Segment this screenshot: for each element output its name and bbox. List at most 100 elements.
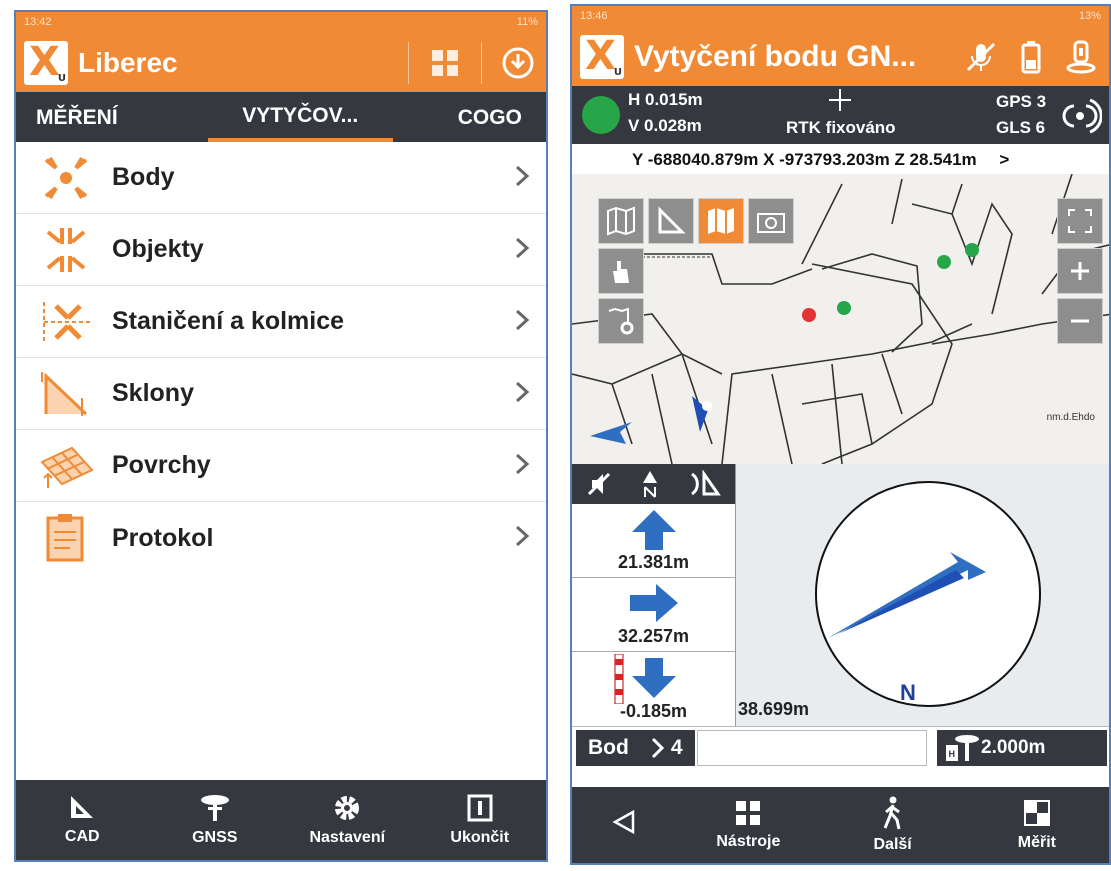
point-label[interactable]: Bod 4	[576, 729, 695, 766]
satellite-icon	[1062, 98, 1102, 134]
menu-item-label: Povrchy	[112, 451, 211, 479]
crosshair-icon	[829, 89, 851, 111]
levelling-rod-icon	[614, 654, 624, 704]
north-arrow-icon[interactable]	[639, 469, 661, 499]
gnss-receiver-icon	[200, 795, 229, 821]
chevron-right-icon	[651, 737, 664, 758]
zoom-out-button[interactable]	[1057, 298, 1103, 344]
antenna-height-value: 2.000m	[981, 736, 1046, 758]
cad-label: CAD	[64, 828, 100, 845]
compass-icon	[815, 481, 1041, 707]
fix-status-text: RTK fixováno	[786, 118, 896, 137]
cad-map-button[interactable]	[648, 198, 694, 244]
menu-item-staniceni[interactable]: Staničení a kolmice	[16, 286, 546, 358]
orientation-mode-icon[interactable]	[688, 470, 722, 498]
forward-value: 21.381m	[617, 552, 690, 572]
menu-item-povrchy[interactable]: Povrchy	[16, 430, 546, 502]
navigation-toolbar	[572, 464, 735, 504]
battery-icon[interactable]	[1011, 37, 1051, 77]
back-button[interactable]	[584, 808, 664, 842]
report-icon	[46, 514, 84, 562]
divider	[408, 42, 409, 84]
background-map-button[interactable]	[698, 198, 744, 244]
menu-item-label: Objekty	[112, 235, 204, 263]
app-logo[interactable]	[580, 33, 624, 79]
menu-item-protokol[interactable]: Protokol	[16, 502, 546, 574]
menu-item-objekty[interactable]: Objekty	[16, 214, 546, 286]
app-logo[interactable]	[24, 39, 68, 85]
measure-button[interactable]: Měřit	[977, 798, 1097, 852]
antenna-h-label: H	[948, 748, 956, 759]
exit-button[interactable]: Ukončit	[420, 793, 540, 847]
compass-north-label: N	[900, 680, 916, 705]
surfaces-icon	[40, 446, 94, 488]
point-label-text: Bod	[588, 735, 629, 759]
height-delta: -0.185m	[572, 652, 735, 726]
gnss-button[interactable]: GNSS	[155, 793, 275, 847]
navigation-panel: 21.381m 32.257m -0.185m 38.699m N	[572, 464, 1109, 726]
triangle-ruler-icon	[71, 796, 94, 818]
map-settings-button[interactable]	[598, 298, 644, 344]
menu-item-label: Protokol	[112, 523, 214, 552]
zoom-extent-button[interactable]	[1057, 198, 1103, 244]
chevron-right-icon	[515, 237, 530, 259]
tools-grid-icon	[736, 801, 761, 825]
tab-cogo[interactable]: COGO	[458, 106, 522, 142]
zoom-extent-icon	[1068, 209, 1092, 233]
h-precision: H 0.015m	[628, 90, 703, 109]
antenna-height-button[interactable]: H 2.000m	[936, 729, 1107, 766]
height-value: -0.185m	[619, 701, 688, 721]
map-label: nm.d.Ehdo	[1046, 412, 1095, 423]
point-input-field[interactable]	[696, 729, 927, 766]
menu-item-sklony[interactable]: Sklony	[16, 358, 546, 430]
point-selector-bar: Bod 4 H 2.000m	[572, 726, 1109, 768]
walking-person-icon	[883, 796, 901, 830]
chevron-right-icon	[515, 453, 530, 475]
status-time: 13:46	[580, 10, 608, 22]
forward-delta: 21.381m	[572, 504, 735, 578]
app-title: Vytyčení bodu GN...	[634, 40, 917, 73]
point-number: 4	[670, 735, 683, 759]
camera-button[interactable]	[748, 198, 794, 244]
v-precision: V 0.028m	[628, 116, 702, 135]
app-bar: Liberec	[16, 34, 546, 92]
status-bar: 13:46 13%	[572, 6, 1109, 28]
menu-item-label: Body	[112, 163, 175, 191]
chevron-right-icon	[515, 165, 530, 187]
arrow-right-icon	[630, 584, 678, 622]
tools-button[interactable]: Nástroje	[688, 799, 808, 851]
map-icon	[607, 206, 635, 236]
menu-item-label: Sklony	[112, 379, 194, 407]
menu-list: Body Objekty Staničení a kolmice Sklony …	[16, 142, 546, 574]
current-coordinates: Y -688040.879m X -973793.203m Z 28.541m	[632, 150, 977, 169]
distance-value: 38.699m	[738, 699, 810, 719]
next-button[interactable]: Další	[833, 796, 953, 854]
tools-label: Nástroje	[716, 833, 781, 850]
map-layers-button[interactable]	[598, 198, 644, 244]
cad-button[interactable]: CAD	[22, 794, 142, 846]
tab-vytycovani[interactable]: VYTYČOV...	[207, 104, 393, 142]
settings-button[interactable]: Nastavení	[287, 793, 407, 847]
tab-mereni[interactable]: MĚŘENÍ	[36, 106, 118, 142]
receiver-icon[interactable]	[1061, 37, 1101, 77]
exit-label: Ukončit	[450, 829, 510, 846]
zoom-in-button[interactable]	[1057, 248, 1103, 294]
download-circle-icon[interactable]	[498, 43, 538, 83]
menu-item-body[interactable]: Body	[16, 142, 546, 214]
arrow-down-icon	[632, 658, 676, 698]
cadastral-map[interactable]: nm.d.Ehdo	[572, 174, 1109, 464]
status-battery: 11%	[516, 16, 538, 28]
navigation-deltas: 21.381m 32.257m -0.185m	[572, 464, 736, 726]
pan-button[interactable]	[598, 248, 644, 294]
gnss-label: GNSS	[192, 829, 238, 846]
right-delta: 32.257m	[572, 578, 735, 652]
mute-icon[interactable]	[586, 471, 612, 497]
gps-count: GPS 3	[996, 92, 1047, 111]
mute-voice-icon[interactable]	[961, 37, 1001, 77]
tab-bar: MĚŘENÍ VYTYČOV... COGO	[16, 92, 546, 142]
gnss-status-bar[interactable]: H 0.015m V 0.028m RTK fixováno GPS 3 GLS…	[572, 86, 1109, 144]
measure-label: Měřit	[1017, 834, 1056, 851]
gear-icon	[335, 796, 360, 820]
grid-apps-icon[interactable]	[425, 43, 465, 83]
coordinates-bar[interactable]: Y -688040.879m X -973793.203m Z 28.541m …	[572, 144, 1109, 174]
